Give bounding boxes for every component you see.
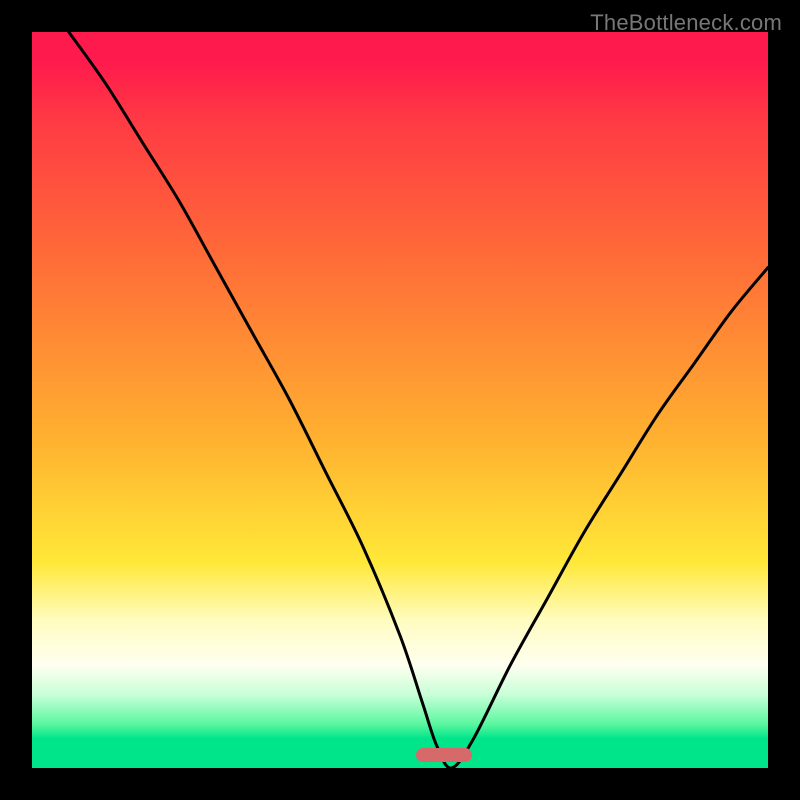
bottleneck-curve: [32, 32, 768, 768]
watermark-text: TheBottleneck.com: [590, 10, 782, 36]
chart-frame: TheBottleneck.com: [0, 0, 800, 800]
minimum-marker: [416, 748, 472, 762]
plot-area: [32, 32, 768, 768]
